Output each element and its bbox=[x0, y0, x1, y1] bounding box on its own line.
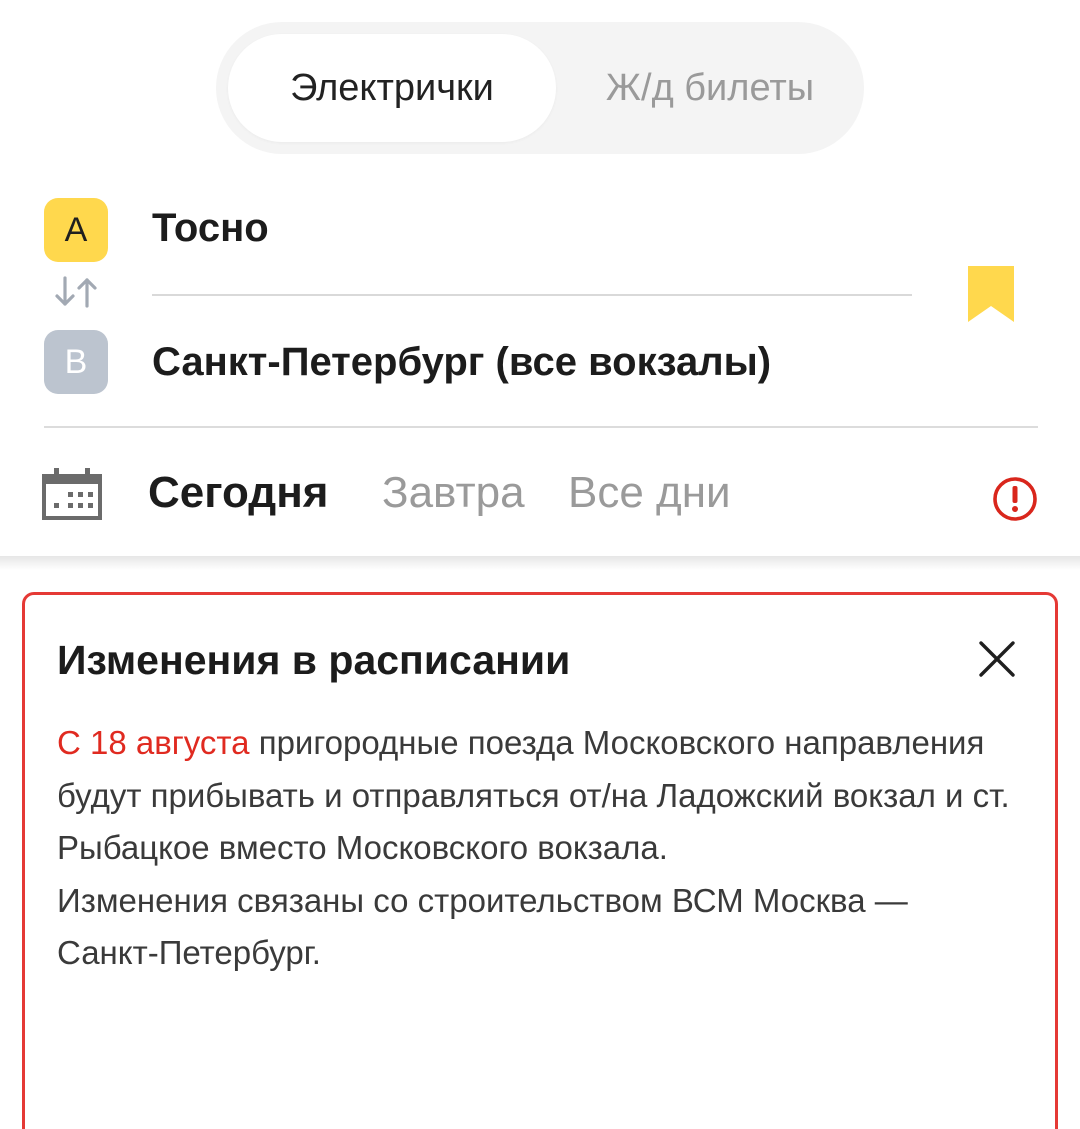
alert-icon[interactable] bbox=[992, 476, 1038, 522]
notice-body: С 18 августа пригородные поезда Московск… bbox=[57, 717, 1017, 980]
notice-title: Изменения в расписании bbox=[57, 637, 571, 683]
route-divider bbox=[152, 294, 912, 296]
bookmark-icon[interactable] bbox=[968, 266, 1014, 322]
from-station-field[interactable]: Тосно bbox=[152, 206, 269, 251]
section-divider bbox=[44, 426, 1038, 428]
date-all-days[interactable]: Все дни bbox=[568, 468, 731, 518]
date-selector: Сегодня Завтра Все дни bbox=[0, 440, 1080, 550]
notice-text-2: Изменения связаны со строительством ВСМ … bbox=[57, 881, 908, 972]
date-tomorrow[interactable]: Завтра bbox=[382, 468, 525, 518]
notice-date-highlight: С 18 августа bbox=[57, 724, 250, 761]
calendar-icon[interactable] bbox=[42, 468, 102, 520]
transport-tabs: Электрички Ж/д билеты bbox=[216, 22, 864, 154]
to-station-field[interactable]: Санкт-Петербург (все вокзалы) bbox=[152, 340, 771, 385]
schedule-change-notice: Изменения в расписании С 18 августа приг… bbox=[22, 592, 1058, 1129]
date-today[interactable]: Сегодня bbox=[148, 468, 328, 518]
tab-suburban-trains[interactable]: Электрички bbox=[228, 34, 556, 142]
route-selector: A Тосно B Санкт-Петербург (все вокзалы) bbox=[0, 170, 1080, 430]
swap-icon[interactable] bbox=[50, 270, 102, 314]
from-badge: A bbox=[44, 198, 108, 262]
header-shadow bbox=[0, 556, 1080, 570]
close-icon[interactable] bbox=[977, 639, 1017, 679]
to-badge: B bbox=[44, 330, 108, 394]
tab-train-tickets[interactable]: Ж/д билеты bbox=[566, 34, 854, 142]
app-root: Электрички Ж/д билеты A Тосно B Санкт-Пе… bbox=[0, 0, 1080, 1129]
